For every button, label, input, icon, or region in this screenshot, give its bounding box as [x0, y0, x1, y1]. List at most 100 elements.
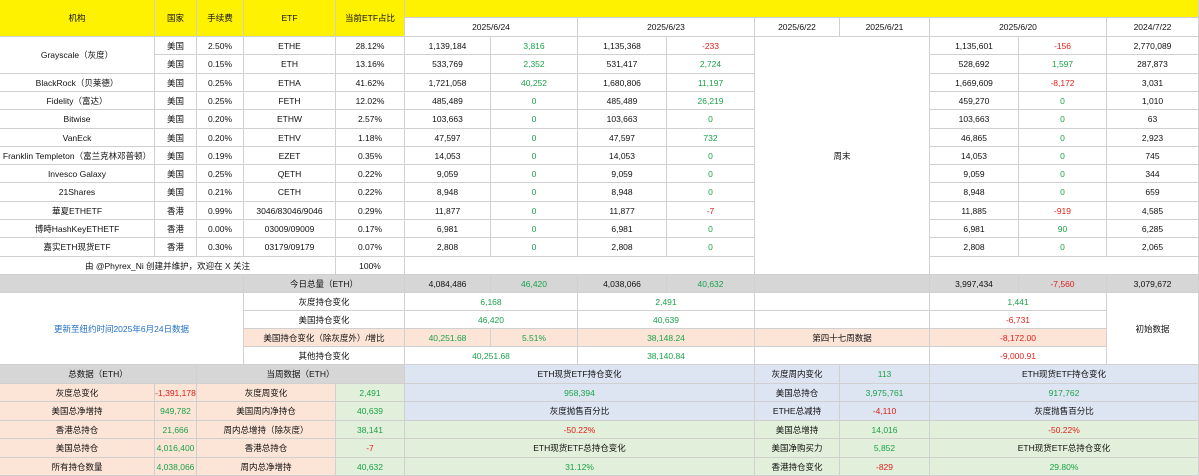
- row-holding-0624[interactable]: 47,597: [405, 129, 491, 147]
- row-etf[interactable]: FETH: [244, 92, 336, 110]
- total-blank[interactable]: [0, 275, 244, 293]
- row-fee[interactable]: 0.25%: [197, 165, 244, 183]
- row-holding-0623[interactable]: 11,877: [578, 202, 667, 220]
- row-holding-0624[interactable]: 6,981: [405, 220, 491, 238]
- row-change-0623[interactable]: -233: [667, 37, 755, 55]
- row-etf[interactable]: 03179/09179: [244, 238, 336, 257]
- summary-total-value-1[interactable]: 949,782: [155, 402, 197, 421]
- summary-week-label-4[interactable]: 周内总净增持: [197, 458, 336, 476]
- row-etf[interactable]: 3046/83046/9046: [244, 202, 336, 220]
- credit-blank-right[interactable]: [930, 257, 1199, 275]
- credit-line[interactable]: 由 @Phyrex_Ni 创建并维护，欢迎在 X 关注: [0, 257, 336, 275]
- row-holding-0620[interactable]: 459,270: [930, 92, 1019, 110]
- summary-total-value-0[interactable]: -1,391,178: [155, 384, 197, 402]
- row-change-0623[interactable]: 0: [667, 220, 755, 238]
- summary-week-label-1[interactable]: 美国周内净持仓: [197, 402, 336, 421]
- summary-total-label-4[interactable]: 所有持仓数量: [0, 458, 155, 476]
- row-share[interactable]: 2.57%: [336, 110, 405, 129]
- row-fee[interactable]: 2.50%: [197, 37, 244, 55]
- row-holding-0722[interactable]: 344: [1107, 165, 1199, 183]
- row-fee[interactable]: 0.25%: [197, 74, 244, 92]
- row-holding-0623[interactable]: 8,948: [578, 183, 667, 202]
- row-change-0624[interactable]: 0: [491, 220, 578, 238]
- change-0620-1[interactable]: -6,731: [930, 311, 1107, 329]
- summary-right-label-1[interactable]: 美国总持仓: [755, 384, 840, 402]
- row-fee[interactable]: 0.21%: [197, 183, 244, 202]
- row-institution[interactable]: Invesco Galaxy: [0, 165, 155, 183]
- row-holding-0624[interactable]: 11,877: [405, 202, 491, 220]
- row-institution[interactable]: Bitwise: [0, 110, 155, 129]
- change-0624-0[interactable]: 6,168: [405, 293, 578, 311]
- summary-week-value-1[interactable]: 40,639: [336, 402, 405, 421]
- row-change-0623[interactable]: 0: [667, 183, 755, 202]
- row-change-0624[interactable]: 2,352: [491, 55, 578, 74]
- change-label-3[interactable]: 其他持仓变化: [244, 347, 405, 365]
- usx-0620[interactable]: -8,172.00: [930, 329, 1107, 347]
- row-share[interactable]: 28.12%: [336, 37, 405, 55]
- row-change-0620[interactable]: 0: [1019, 183, 1107, 202]
- header-date-0622[interactable]: 2025/6/22: [755, 18, 840, 37]
- row-share[interactable]: 0.07%: [336, 238, 405, 257]
- row-change-0623[interactable]: 26,219: [667, 92, 755, 110]
- summary-right-value-3[interactable]: 14,016: [840, 421, 930, 439]
- row-etf[interactable]: CETH: [244, 183, 336, 202]
- row-holding-0620[interactable]: 9,059: [930, 165, 1019, 183]
- row-holding-0623[interactable]: 47,597: [578, 129, 667, 147]
- row-holding-0623[interactable]: 1,680,806: [578, 74, 667, 92]
- row-change-0623[interactable]: 0: [667, 147, 755, 165]
- row-holding-0624[interactable]: 485,489: [405, 92, 491, 110]
- credit-percent[interactable]: 100%: [336, 257, 405, 275]
- summary-total-value-4[interactable]: 4,038,066: [155, 458, 197, 476]
- row-holding-0722[interactable]: 2,923: [1107, 129, 1199, 147]
- row-holding-0722[interactable]: 1,010: [1107, 92, 1199, 110]
- header-yellow-band[interactable]: [405, 0, 1199, 18]
- summary-week-value-3[interactable]: -7: [336, 439, 405, 458]
- row-holding-0620[interactable]: 103,663: [930, 110, 1019, 129]
- summary-week-label-2[interactable]: 周内总增持（除灰度）: [197, 421, 336, 439]
- row-fee[interactable]: 0.20%: [197, 129, 244, 147]
- row-change-0620[interactable]: 0: [1019, 92, 1107, 110]
- change-0623-0[interactable]: 2,491: [578, 293, 755, 311]
- summary-mid-label-0[interactable]: ETH现货ETF持仓变化: [405, 365, 755, 384]
- row-country[interactable]: 香港: [155, 238, 197, 257]
- row-country[interactable]: 美国: [155, 92, 197, 110]
- row-holding-0624[interactable]: 1,139,184: [405, 37, 491, 55]
- header-etf[interactable]: ETF: [244, 0, 336, 37]
- row-holding-0623[interactable]: 485,489: [578, 92, 667, 110]
- row-etf[interactable]: ETH: [244, 55, 336, 74]
- weekend-merged-cell[interactable]: 周末: [755, 37, 930, 275]
- row-institution[interactable]: BlackRock（贝莱德）: [0, 74, 155, 92]
- row-holding-0620[interactable]: 6,981: [930, 220, 1019, 238]
- row-institution[interactable]: Franklin Templeton（富兰克林邓普顿）: [0, 147, 155, 165]
- row-change-0623[interactable]: 11,197: [667, 74, 755, 92]
- row-fee[interactable]: 0.19%: [197, 147, 244, 165]
- row-country[interactable]: 美国: [155, 147, 197, 165]
- week-label[interactable]: 第四十七周数据: [755, 329, 930, 347]
- row-change-0624[interactable]: 40,252: [491, 74, 578, 92]
- total-0624[interactable]: 4,084,486: [405, 275, 491, 293]
- update-note[interactable]: 更新至纽约时间2025年6月24日数据: [0, 293, 244, 365]
- total-change-0620[interactable]: -7,560: [1019, 275, 1107, 293]
- row-share[interactable]: 0.22%: [336, 165, 405, 183]
- summary-right-label-4[interactable]: 美国净购买力: [755, 439, 840, 458]
- change-0624-3[interactable]: 40,251.68: [405, 347, 578, 365]
- row-change-0623[interactable]: 0: [667, 238, 755, 257]
- row-holding-0620[interactable]: 1,669,609: [930, 74, 1019, 92]
- row-holding-0722[interactable]: 3,031: [1107, 74, 1199, 92]
- row-fee[interactable]: 0.20%: [197, 110, 244, 129]
- row-holding-0624[interactable]: 103,663: [405, 110, 491, 129]
- summary-right-value-4[interactable]: 5,852: [840, 439, 930, 458]
- row-change-0624[interactable]: 0: [491, 165, 578, 183]
- total-change-0624[interactable]: 46,420: [491, 275, 578, 293]
- summary-far-label-2[interactable]: ETH现货ETF总持仓变化: [930, 439, 1199, 458]
- header-date-0621[interactable]: 2025/6/21: [840, 18, 930, 37]
- row-share[interactable]: 12.02%: [336, 92, 405, 110]
- row-share[interactable]: 0.22%: [336, 183, 405, 202]
- summary-mid-value-2[interactable]: 31.12%: [405, 458, 755, 476]
- row-change-0620[interactable]: 0: [1019, 165, 1107, 183]
- row-change-0623[interactable]: 2,724: [667, 55, 755, 74]
- row-holding-0624[interactable]: 9,059: [405, 165, 491, 183]
- row-change-0620[interactable]: -919: [1019, 202, 1107, 220]
- summary-far-value-0[interactable]: 917,762: [930, 384, 1199, 402]
- row-holding-0624[interactable]: 1,721,058: [405, 74, 491, 92]
